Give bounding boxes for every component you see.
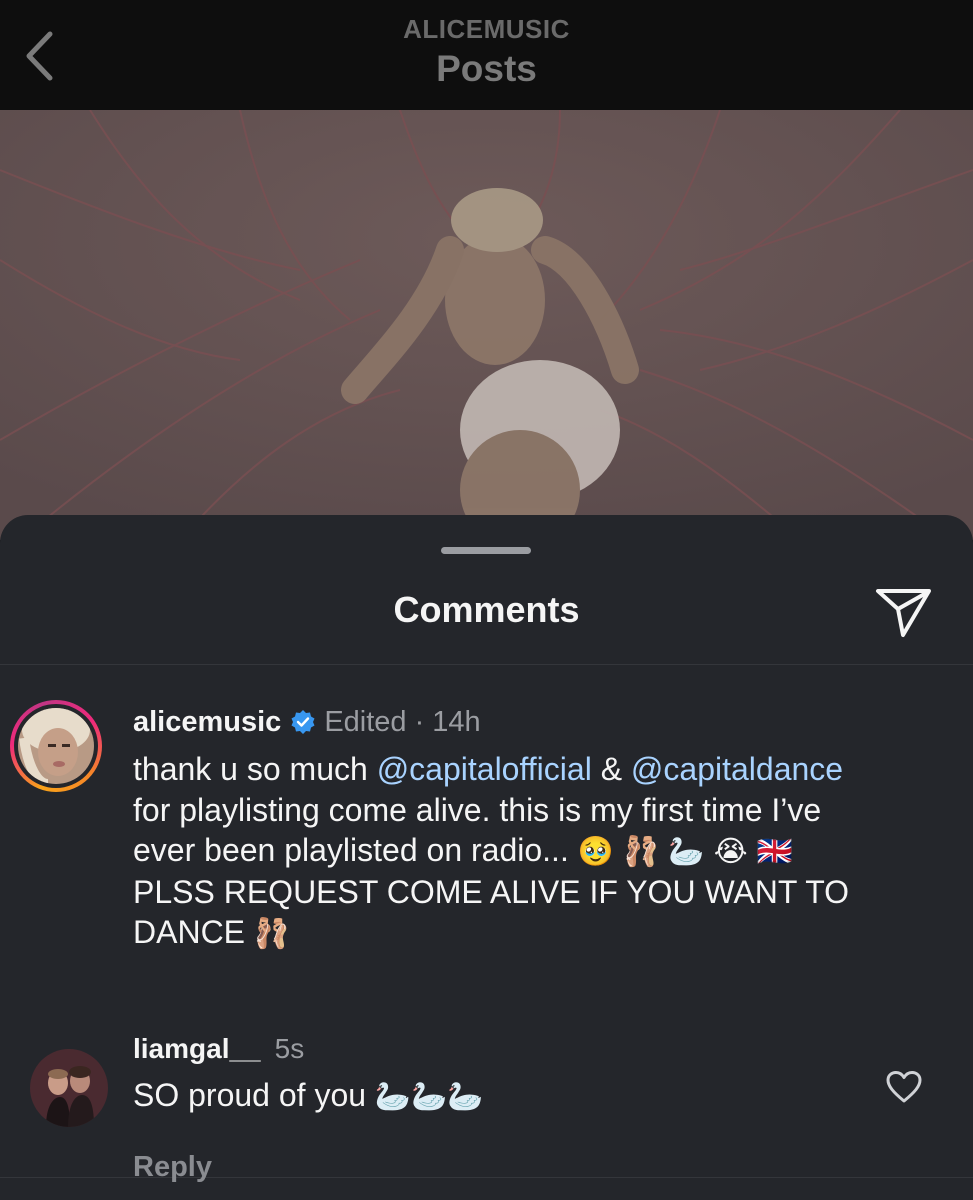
like-button[interactable] (880, 1063, 928, 1111)
comment-timestamp: 14h (432, 705, 481, 738)
avatar[interactable] (30, 1049, 108, 1127)
comment-text-segment: for playlisting come alive. this is my f… (133, 791, 822, 828)
comment-text-segment: ever been playlisted on radio... (133, 832, 578, 868)
verified-badge-icon (291, 710, 315, 734)
meta-separator: · (414, 705, 425, 738)
comment-text-segment: DANCE (133, 914, 254, 950)
top-nav-bar: ALICEMUSIC Posts (0, 0, 973, 110)
mention-link[interactable]: @capitaldance (631, 751, 843, 787)
comment-text-segment: PLSS REQUEST COME ALIVE IF YOU WANT TO (133, 873, 850, 910)
share-button[interactable] (874, 583, 934, 639)
emoji-group: 🦢🦢🦢 (374, 1079, 484, 1113)
comment-timestamp: 5s (274, 1033, 305, 1064)
emoji-group: 🥹 🩰 🦢 😭 🇬🇧 (577, 834, 793, 868)
comment-text-segment: SO proud of you (133, 1077, 375, 1113)
comment-text: SO proud of you 🦢🦢🦢 (133, 1075, 483, 1116)
comments-sheet: Comments alicemusic Edited · 14h thank u… (0, 515, 973, 1200)
account-name: ALICEMUSIC (403, 14, 570, 44)
emoji-group: 🩰 (253, 916, 291, 950)
comment-username[interactable]: alicemusic (133, 706, 281, 739)
comment-text-segment: & (591, 751, 631, 787)
page-title: Posts (436, 48, 537, 89)
paper-plane-icon (876, 589, 931, 637)
reply-button[interactable]: Reply (133, 1151, 212, 1184)
divider (0, 664, 973, 665)
edited-label: Edited (324, 705, 407, 738)
avatar-story-ring[interactable] (10, 700, 102, 792)
sheet-grabber[interactable] (441, 547, 531, 554)
post-image (0, 110, 973, 540)
avatar (18, 708, 94, 784)
heart-outline-icon (886, 1071, 922, 1103)
mention-link[interactable]: @capitalofficial (377, 751, 592, 787)
comment-username[interactable]: liamgal__ (133, 1033, 261, 1065)
sheet-title: Comments (393, 589, 580, 630)
comment-text: thank u so much @capitalofficial & @capi… (133, 749, 953, 954)
comment-text-segment: thank u so much (133, 751, 377, 787)
